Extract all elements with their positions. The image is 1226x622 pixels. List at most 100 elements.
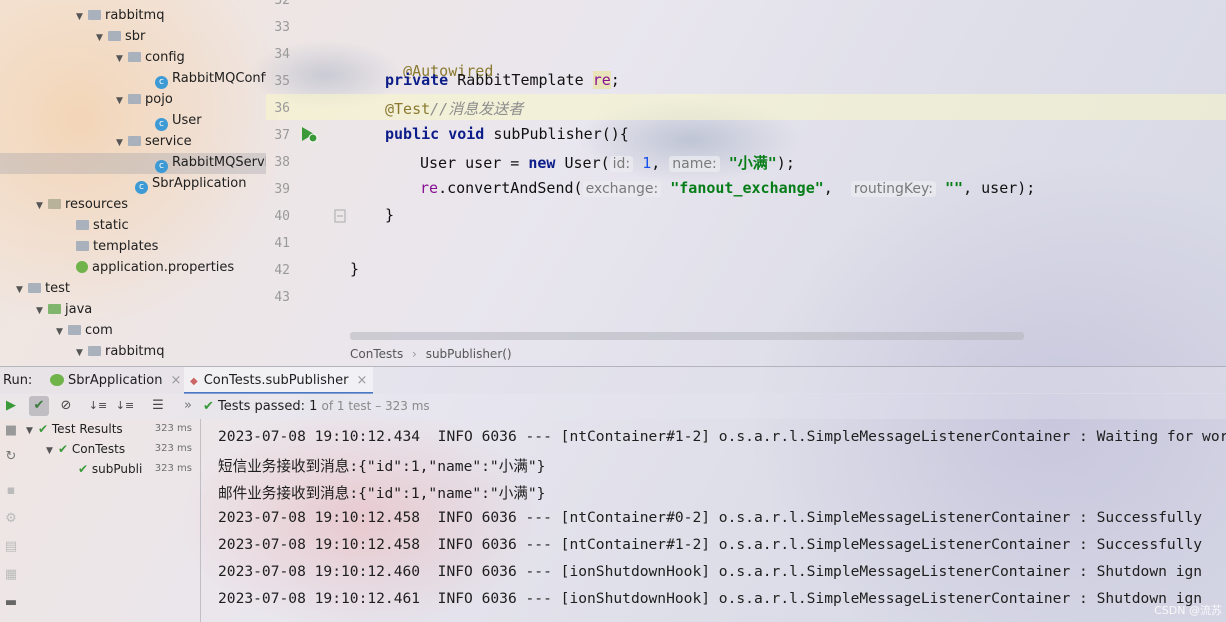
tree-item-com[interactable]: ▼ com: [56, 320, 113, 341]
code-line-39[interactable]: re.convertAndSend(exchange: "fanout_exch…: [420, 179, 1035, 197]
line-number: 38: [274, 155, 290, 170]
console-output[interactable]: 2023-07-08 19:10:12.434 INFO 6036 --- [n…: [200, 419, 1226, 622]
line-number: 43: [274, 290, 290, 305]
properties-file-icon: [76, 261, 88, 273]
parameter-hint: name:: [669, 156, 720, 172]
code-line-38[interactable]: User user = new User(id: 1, name: "小满");: [420, 152, 795, 173]
tests-status: ✔ Tests passed: 1 of 1 test – 323 ms: [203, 399, 430, 414]
folder-icon: [28, 283, 41, 293]
editor-horizontal-scrollbar[interactable]: [350, 332, 1024, 340]
rerun-icon[interactable]: ▶: [1, 396, 21, 416]
line-number: 40: [274, 209, 290, 224]
tree-item-rabbitmqconfig[interactable]: cRabbitMQConfig: [155, 68, 266, 89]
run-toolbar: ▶ ✔ ⊘ ↓≡ ↓≡ ☰ » ✔ Tests passed: 1 of 1 t…: [0, 393, 1226, 419]
print-icon[interactable]: ▦: [1, 565, 21, 585]
chevron-down-icon[interactable]: ▼: [76, 343, 88, 364]
log-line: 邮件业务接收到消息:{"id":1,"name":"小满"}: [218, 485, 546, 502]
line-number: 35: [274, 74, 290, 89]
run-test-gutter-icon[interactable]: [298, 124, 320, 144]
show-passed-icon[interactable]: ✔: [29, 396, 49, 416]
expand-all-icon[interactable]: ☰: [148, 396, 168, 416]
resources-folder-icon: [48, 199, 61, 209]
fold-marker-icon[interactable]: [334, 209, 346, 223]
history-icon[interactable]: ⚙: [1, 509, 21, 529]
log-line: 2023-07-08 19:10:12.461 INFO 6036 --- [i…: [218, 590, 1203, 607]
class-icon: c: [155, 118, 168, 131]
tree-item-service[interactable]: ▼ service: [116, 131, 192, 152]
line-number: 42: [274, 263, 290, 278]
line-number: 36: [274, 101, 290, 116]
folder-icon: [128, 94, 141, 104]
layout-icon[interactable]: ▬: [1, 593, 21, 613]
chevron-down-icon[interactable]: ▼: [116, 91, 128, 112]
code-line-42[interactable]: }: [350, 260, 359, 278]
close-icon[interactable]: ×: [356, 373, 367, 388]
stop-icon[interactable]: ■: [1, 421, 21, 441]
import-tests-icon[interactable]: ▪: [1, 481, 21, 501]
watermark: CSDN @流苏: [1154, 604, 1222, 617]
chevron-down-icon[interactable]: ▼: [26, 421, 38, 441]
folder-icon: [128, 136, 141, 146]
code-line-36[interactable]: @Test//消息发送者: [385, 98, 523, 119]
tree-item-application-properties[interactable]: application.properties: [76, 257, 234, 278]
code-line-40[interactable]: }: [385, 206, 394, 224]
chevron-down-icon[interactable]: ▼: [116, 49, 128, 70]
tree-item-rabbitmqservice[interactable]: cRabbitMQService: [155, 152, 266, 173]
tree-item-rabbitmq[interactable]: ▼ rabbitmq: [76, 5, 164, 26]
tree-item-java[interactable]: ▼ java: [36, 299, 92, 320]
check-icon: ✔: [203, 399, 214, 414]
chevron-down-icon[interactable]: ▼: [56, 322, 68, 343]
code-line-35[interactable]: private RabbitTemplate re;: [385, 71, 620, 89]
chevron-down-icon[interactable]: ▼: [36, 301, 48, 322]
test-results-root[interactable]: ▼ ✔ Test Results 323 ms: [26, 419, 196, 439]
check-icon: ✔: [78, 462, 89, 476]
check-icon: ✔: [38, 422, 49, 436]
tree-item-templates[interactable]: templates: [76, 236, 158, 257]
more-icon[interactable]: »: [178, 396, 198, 416]
run-label: Run:: [3, 373, 33, 388]
run-side-toolbar: ■ ↻ ▪ ⚙ ▤ ▦ ▬: [0, 419, 22, 622]
tree-item-rabbitmq-test[interactable]: ▼ rabbitmq: [76, 341, 164, 362]
breadcrumb-method[interactable]: subPublisher(): [426, 347, 512, 361]
sort-by-duration-icon[interactable]: ↓≡: [115, 396, 135, 416]
chevron-down-icon[interactable]: ▼: [76, 7, 88, 28]
breadcrumb-class[interactable]: ConTests: [350, 347, 403, 361]
folder-icon: [76, 241, 89, 251]
chevron-down-icon[interactable]: ▼: [36, 196, 48, 217]
folder-icon: [88, 346, 101, 356]
folder-icon: [88, 10, 101, 20]
tab-sbrapplication[interactable]: SbrApplication ×: [44, 367, 187, 394]
chevron-down-icon[interactable]: ▼: [96, 28, 108, 49]
close-icon[interactable]: ×: [171, 373, 182, 388]
line-number: 39: [274, 182, 290, 197]
log-line: 短信业务接收到消息:{"id":1,"name":"小满"}: [218, 458, 546, 475]
folder-icon: [68, 325, 81, 335]
tab-contests-subpublisher[interactable]: ◆ ConTests.subPublisher ×: [184, 367, 374, 394]
run-tool-window-header: Run: SbrApplication × ◆ ConTests.subPublis…: [0, 366, 1226, 394]
tree-item-user[interactable]: c User: [155, 110, 202, 131]
spring-boot-icon: [50, 374, 64, 386]
tree-item-sbr[interactable]: ▼ sbr: [96, 26, 145, 47]
tree-item-pojo[interactable]: ▼ pojo: [116, 89, 173, 110]
code-line-37[interactable]: public void subPublisher(){: [385, 125, 629, 143]
line-number: 37: [274, 128, 290, 143]
tree-item-test[interactable]: ▼ test: [16, 278, 70, 299]
restore-layout-icon[interactable]: ↻: [1, 447, 21, 467]
tree-item-resources[interactable]: ▼ resources: [36, 194, 128, 215]
chevron-down-icon[interactable]: ▼: [46, 441, 58, 461]
breadcrumb-separator: ›: [412, 347, 417, 361]
chevron-down-icon[interactable]: ▼: [16, 280, 28, 301]
export-icon[interactable]: ▤: [1, 537, 21, 557]
show-ignored-icon[interactable]: ⊘: [56, 396, 76, 416]
sort-alphabetically-icon[interactable]: ↓≡: [88, 396, 108, 416]
test-results-tree: ▼ ✔ Test Results 323 ms ▼ ✔ ConTests 323 ms …: [22, 419, 200, 622]
test-class-contests[interactable]: ▼ ✔ ConTests 323 ms: [46, 439, 196, 459]
class-icon: c: [155, 160, 168, 173]
tree-item-sbrapplication[interactable]: c SbrApplication: [135, 173, 247, 194]
line-number: 41: [274, 236, 290, 251]
test-method-subpublisher[interactable]: ✔ subPubli 323 ms: [78, 459, 196, 479]
tree-item-static[interactable]: static: [76, 215, 129, 236]
chevron-down-icon[interactable]: ▼: [116, 133, 128, 154]
tree-item-config[interactable]: ▼ config: [116, 47, 185, 68]
breadcrumb: ConTests › subPublisher(): [266, 343, 1226, 365]
